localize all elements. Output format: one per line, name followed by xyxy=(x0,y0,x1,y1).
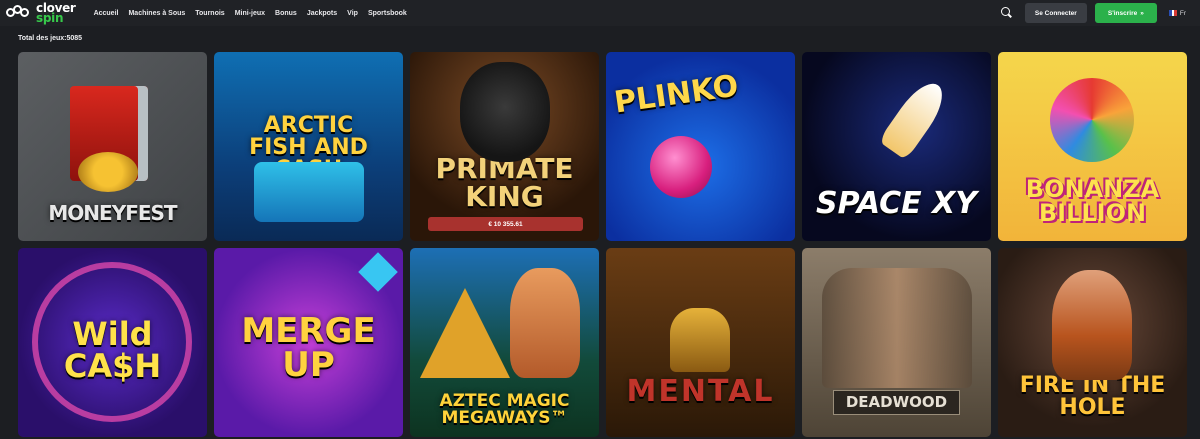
treasure-chest-icon xyxy=(254,162,364,222)
game-title: DEADWOOD xyxy=(832,390,961,415)
chevron-right-icon: » xyxy=(1140,9,1144,17)
nav-accueil[interactable]: Accueil xyxy=(94,10,119,17)
game-title: PRIMATE KING xyxy=(435,152,574,213)
register-button[interactable]: S'inscrire » xyxy=(1094,3,1157,23)
french-flag-icon xyxy=(1168,10,1177,16)
game-tile-wild-cash[interactable]: Wild CA$H xyxy=(18,248,207,437)
game-tile-plinko[interactable]: PLINKO xyxy=(606,52,795,241)
nav-tournois[interactable]: Tournois xyxy=(195,10,224,17)
clover-spin-logo[interactable]: clover spin xyxy=(6,2,76,24)
language-selector[interactable]: Fr xyxy=(1168,9,1186,17)
game-title: MONEYFEST xyxy=(48,201,177,225)
login-button[interactable]: Se Connecter xyxy=(1024,3,1087,23)
game-tile-fire-in-the-hole[interactable]: FIRE IN THE HOLE xyxy=(998,248,1187,437)
game-title: BONANZA BILLION xyxy=(1025,175,1160,227)
rocket-icon xyxy=(878,75,952,161)
game-grid: MONEYFEST ARCTIC FISH AND CASH PRIMATE K… xyxy=(18,52,1187,437)
game-tile-deadwood[interactable]: DEADWOOD xyxy=(802,248,991,437)
game-title: FIRE IN THE HOLE xyxy=(1019,373,1166,420)
prisoner-icon xyxy=(670,308,730,372)
nav-machines-a-sous[interactable]: Machines à Sous xyxy=(128,10,185,17)
register-label: S'inscrire xyxy=(1107,9,1138,17)
gem-icon xyxy=(358,252,398,292)
game-tile-primate-king[interactable]: PRIMATE KING € 10 355.61 xyxy=(410,52,599,241)
game-tile-space-xy[interactable]: SPACE XY xyxy=(802,52,991,241)
ring-icon xyxy=(32,262,192,422)
search-icon[interactable] xyxy=(999,6,1013,20)
warrior-woman-icon xyxy=(510,268,580,378)
pyramid-icon xyxy=(420,288,510,378)
game-tile-merge-up[interactable]: MERGE UP xyxy=(214,248,403,437)
miner-icon xyxy=(1052,270,1132,380)
game-title: MERGE UP xyxy=(241,311,376,385)
nav-vip[interactable]: Vip xyxy=(347,10,358,17)
top-navigation-bar: clover spin Accueil Machines à Sous Tour… xyxy=(0,0,1200,26)
language-label: Fr xyxy=(1179,9,1186,17)
game-title: PLINKO xyxy=(612,68,741,121)
nav-sportsbook[interactable]: Sportsbook xyxy=(368,10,407,17)
game-tile-mental[interactable]: MENTAL xyxy=(606,248,795,437)
game-title: AZTEC MAGIC MEGAWAYS™ xyxy=(439,391,570,428)
jackpot-badge: € 10 355.61 xyxy=(428,217,583,231)
main-nav: Accueil Machines à Sous Tournois Mini-je… xyxy=(94,10,407,17)
total-games-count: Total des jeux:5085 xyxy=(18,35,83,42)
game-tile-bonanza-billion[interactable]: BONANZA BILLION xyxy=(998,52,1187,241)
ball-icon xyxy=(650,136,712,198)
game-title: SPACE XY xyxy=(816,186,977,221)
game-title: MENTAL xyxy=(626,374,775,409)
game-tile-arctic-fish-and-cash[interactable]: ARCTIC FISH AND CASH xyxy=(214,52,403,241)
outlaws-icon xyxy=(822,268,972,388)
nav-jackpots[interactable]: Jackpots xyxy=(307,10,337,17)
coins-icon xyxy=(78,152,138,192)
nav-bonus[interactable]: Bonus xyxy=(275,10,297,17)
game-tile-aztec-magic-megaways[interactable]: AZTEC MAGIC MEGAWAYS™ xyxy=(410,248,599,437)
candy-wheel-icon xyxy=(1050,78,1134,162)
gorilla-icon xyxy=(460,62,550,162)
clover-logo-icon xyxy=(6,5,32,21)
header-actions: Se Connecter S'inscrire » Fr xyxy=(999,3,1186,23)
nav-mini-jeux[interactable]: Mini-jeux xyxy=(235,10,265,17)
game-tile-moneyfest[interactable]: MONEYFEST xyxy=(18,52,207,241)
